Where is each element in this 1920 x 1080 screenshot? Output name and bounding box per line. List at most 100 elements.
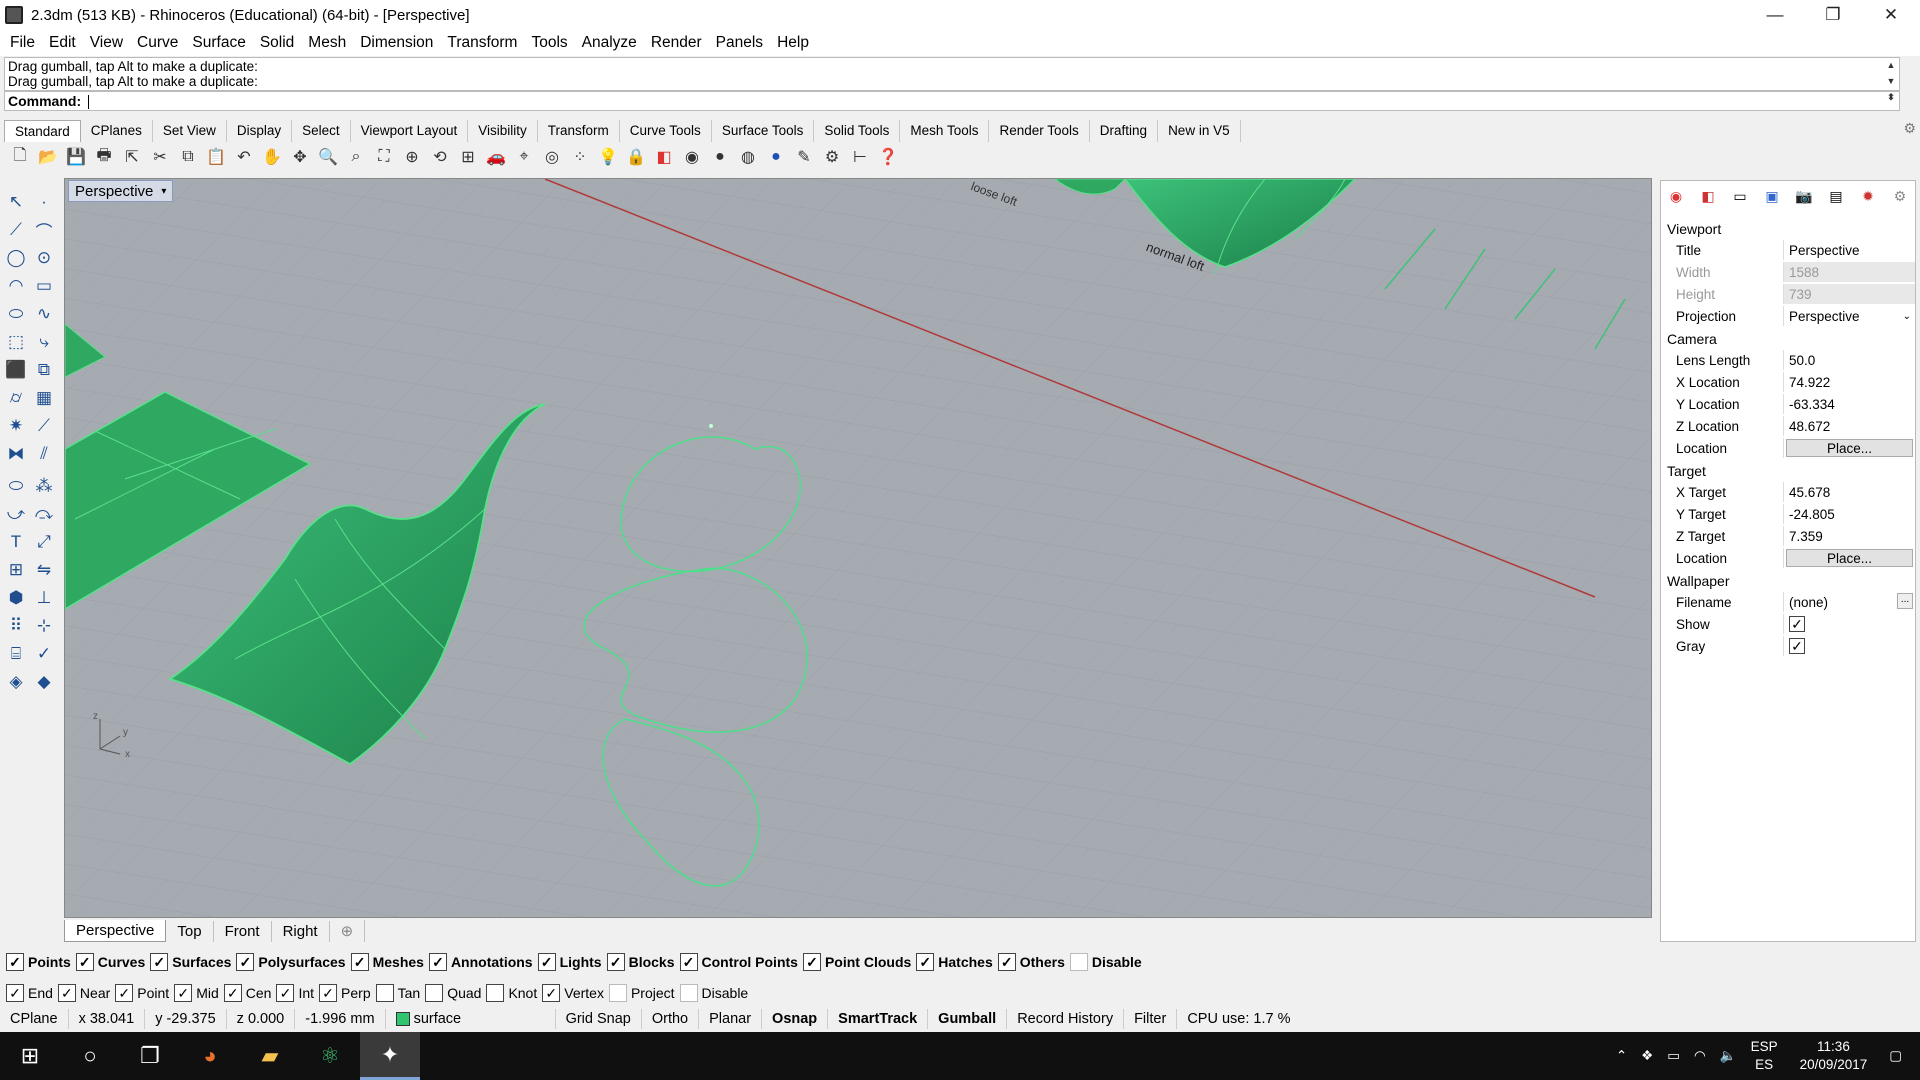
- dimension-tool-icon[interactable]: ⊥: [32, 586, 56, 610]
- checkbox[interactable]: ✓: [679, 953, 698, 971]
- checkbox[interactable]: ✓: [537, 953, 556, 971]
- split-icon[interactable]: ⫽: [32, 442, 56, 466]
- scale-icon[interactable]: ⤢: [32, 530, 56, 554]
- rhino-taskbar-icon[interactable]: ✦: [360, 1032, 420, 1080]
- add-viewport-icon[interactable]: ⊕: [330, 920, 366, 942]
- scroll-down-icon[interactable]: ▼: [1883, 74, 1899, 89]
- properties-icon[interactable]: ◉: [1666, 186, 1686, 206]
- rectangle-icon[interactable]: ▭: [32, 274, 56, 298]
- print-icon[interactable]: 🖶: [92, 145, 116, 169]
- filename-field[interactable]: (none)...: [1783, 592, 1915, 612]
- export-icon[interactable]: ⇱: [120, 145, 144, 169]
- checkbox[interactable]: ✓: [6, 953, 24, 971]
- tab-drafting[interactable]: Drafting: [1090, 120, 1159, 142]
- lens-length-field[interactable]: 50.0: [1783, 350, 1915, 370]
- tab-perspective[interactable]: Perspective: [64, 920, 167, 942]
- filter-polysurfaces[interactable]: ✓ Polysurfaces: [236, 953, 346, 971]
- sweep-icon[interactable]: ⤷: [32, 330, 56, 354]
- menu-analyze[interactable]: Analyze: [575, 34, 644, 52]
- tab-curve-tools[interactable]: Curve Tools: [620, 120, 712, 142]
- render-tool-icon[interactable]: ◈: [4, 670, 28, 694]
- polyline-icon[interactable]: ⟋: [4, 218, 28, 242]
- curve-icon[interactable]: ⌒: [32, 218, 56, 242]
- notifications-icon[interactable]: ▢: [1889, 1048, 1902, 1064]
- maximize-button[interactable]: ❐: [1804, 0, 1862, 30]
- join-icon[interactable]: ⧓: [4, 442, 28, 466]
- tab-front[interactable]: Front: [214, 920, 272, 942]
- z-target-field[interactable]: 7.359: [1783, 526, 1915, 546]
- show-checkbox[interactable]: ✓: [1789, 616, 1805, 632]
- box-icon[interactable]: ⬛: [4, 358, 28, 382]
- gray-checkbox[interactable]: ✓: [1789, 638, 1805, 654]
- layer-selector[interactable]: surface: [386, 1009, 556, 1029]
- osnap-disable[interactable]: Disable: [679, 984, 748, 1002]
- atom-icon[interactable]: ⚛: [300, 1032, 360, 1080]
- tab-set-view[interactable]: Set View: [153, 120, 227, 142]
- four-viewports-icon[interactable]: ⊞: [456, 145, 480, 169]
- lock-icon[interactable]: 🔒: [624, 145, 648, 169]
- sun-icon[interactable]: ✹: [1858, 186, 1878, 206]
- checkbox[interactable]: ✓: [428, 953, 447, 971]
- file-explorer-icon[interactable]: ▰: [240, 1032, 300, 1080]
- new-file-icon[interactable]: 🗋: [8, 145, 32, 169]
- filter-others[interactable]: ✓ Others: [997, 953, 1065, 971]
- document-icon[interactable]: ▤: [1826, 186, 1846, 206]
- move-view-icon[interactable]: ✥: [288, 145, 312, 169]
- menu-solid[interactable]: Solid: [253, 34, 301, 52]
- grid-snap-toggle[interactable]: Grid Snap: [556, 1009, 642, 1029]
- paste-icon[interactable]: 📋: [204, 145, 228, 169]
- browse-button[interactable]: ...: [1897, 593, 1913, 609]
- menu-view[interactable]: View: [83, 34, 130, 52]
- menu-transform[interactable]: Transform: [440, 34, 524, 52]
- filter-control-points[interactable]: ✓ Control Points: [679, 953, 798, 971]
- color-wheel-icon[interactable]: ◉: [680, 145, 704, 169]
- checkbox[interactable]: ✓: [57, 984, 76, 1002]
- zoom-window-icon[interactable]: ⌕: [344, 145, 368, 169]
- tab-right[interactable]: Right: [272, 920, 330, 942]
- tab-viewport-layout[interactable]: Viewport Layout: [351, 120, 469, 142]
- tab-cplanes[interactable]: CPlanes: [81, 120, 153, 142]
- pan-hand-icon[interactable]: ✋: [260, 145, 284, 169]
- filter-lights[interactable]: ✓ Lights: [537, 953, 602, 971]
- layer-icon[interactable]: ◧: [652, 145, 676, 169]
- x-location-field[interactable]: 74.922: [1783, 372, 1915, 392]
- tab-render-tools[interactable]: Render Tools: [989, 120, 1090, 142]
- boolean-icon[interactable]: ⧉: [32, 358, 56, 382]
- checkbox[interactable]: [1069, 953, 1088, 971]
- z-location-field[interactable]: 48.672: [1783, 416, 1915, 436]
- task-view-icon[interactable]: ❐: [120, 1032, 180, 1080]
- check-icon[interactable]: ✓: [32, 642, 56, 666]
- gumball-icon[interactable]: ⊹: [32, 614, 56, 638]
- command-scroll-icon[interactable]: ⬍: [1883, 92, 1899, 103]
- search-icon[interactable]: ○: [60, 1032, 120, 1080]
- extend-icon[interactable]: ⤼: [32, 502, 56, 526]
- chevron-down-icon[interactable]: ▾: [161, 186, 166, 197]
- osnap-mid[interactable]: ✓ Mid: [174, 984, 219, 1002]
- menu-help[interactable]: Help: [770, 34, 816, 52]
- help-panel-icon[interactable]: ▣: [1762, 186, 1782, 206]
- copy-icon[interactable]: ⧉: [176, 145, 200, 169]
- checkbox[interactable]: ✓: [997, 953, 1016, 971]
- cplane-indicator[interactable]: CPlane: [0, 1009, 69, 1029]
- freeform-icon[interactable]: ∿: [32, 302, 56, 326]
- menu-surface[interactable]: Surface: [185, 34, 252, 52]
- zoom-selected-icon[interactable]: ⊕: [400, 145, 424, 169]
- filter-point-clouds[interactable]: ✓ Point Clouds: [802, 953, 911, 971]
- tab-visibility[interactable]: Visibility: [468, 120, 538, 142]
- filter-surfaces[interactable]: ✓ Surfaces: [150, 953, 231, 971]
- tab-standard[interactable]: Standard: [4, 120, 81, 142]
- rendered-sphere-icon[interactable]: ●: [764, 145, 788, 169]
- filter-disable[interactable]: Disable: [1069, 953, 1142, 971]
- chamfer-icon[interactable]: ⁂: [32, 474, 56, 498]
- checkbox[interactable]: ✓: [802, 953, 821, 971]
- osnap-vertex[interactable]: ✓ Vertex: [542, 984, 604, 1002]
- pen-icon[interactable]: ✎: [792, 145, 816, 169]
- point-object[interactable]: [709, 424, 713, 428]
- firefox-icon[interactable]: ◕: [180, 1032, 240, 1080]
- tab-surface-tools[interactable]: Surface Tools: [712, 120, 815, 142]
- light-icon[interactable]: 💡: [596, 145, 620, 169]
- trim-icon[interactable]: ⟋: [32, 414, 56, 438]
- tab-select[interactable]: Select: [292, 120, 351, 142]
- layers-icon[interactable]: ◧: [1698, 186, 1718, 206]
- menu-curve[interactable]: Curve: [130, 34, 185, 52]
